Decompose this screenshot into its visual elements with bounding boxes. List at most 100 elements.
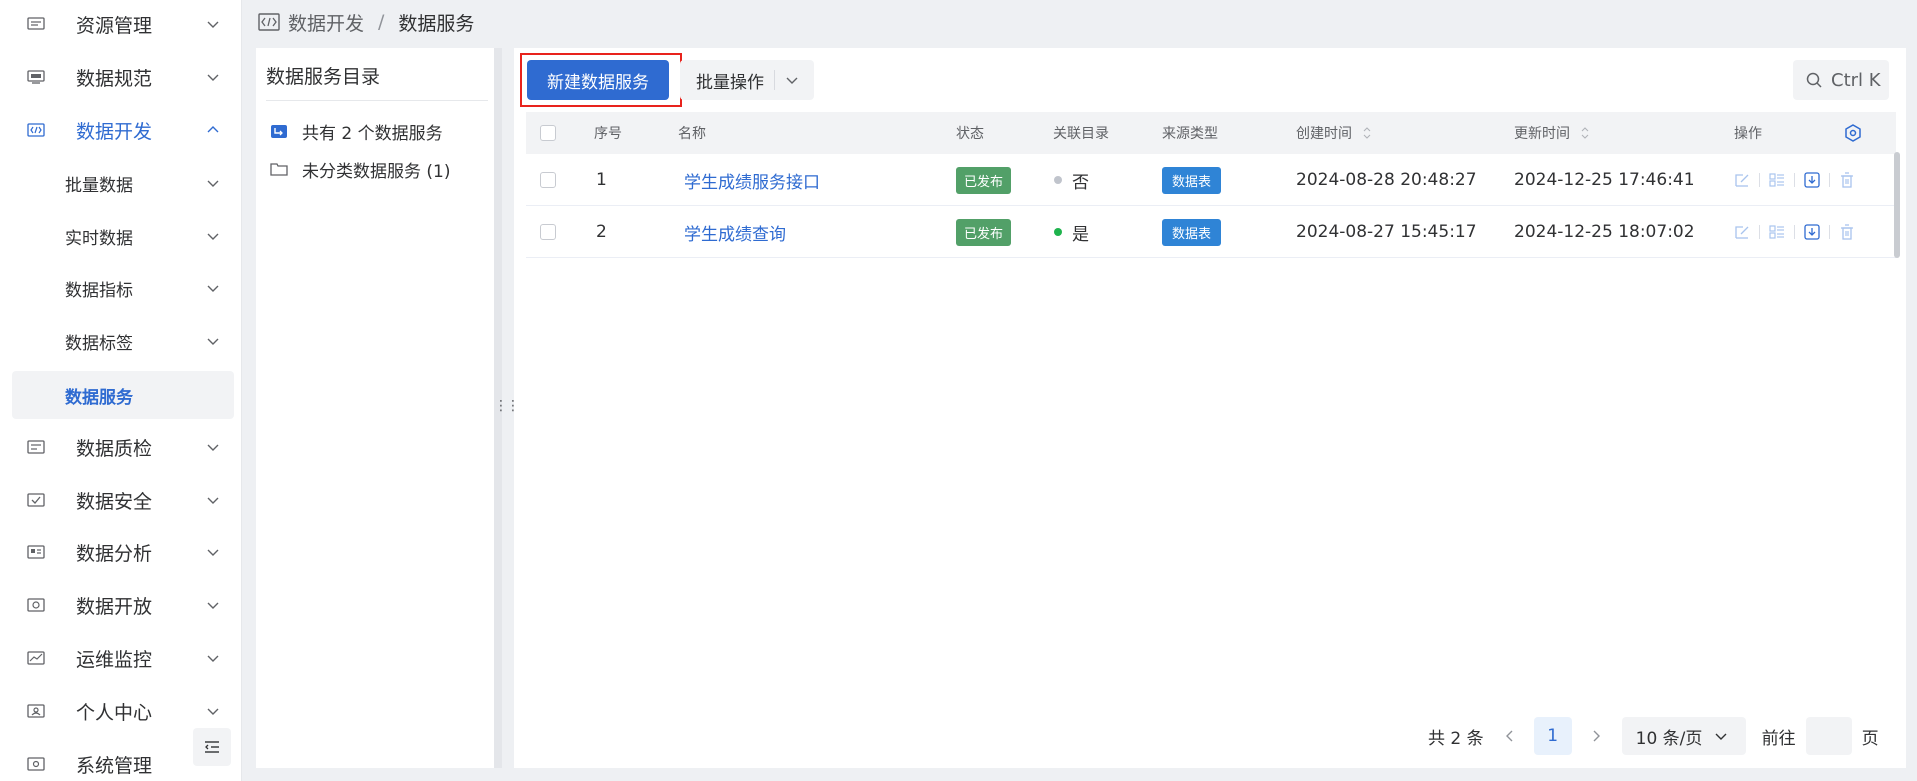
chevron-down-icon	[207, 338, 219, 345]
submenu-item-label: 实时数据	[65, 228, 133, 249]
divider	[1829, 173, 1830, 187]
collapse-sidebar-button[interactable]	[193, 728, 231, 766]
divider	[1829, 225, 1830, 239]
new-data-service-button[interactable]: 新建数据服务	[527, 60, 669, 100]
chevron-down-icon	[207, 285, 219, 292]
divider	[266, 100, 488, 101]
sidebar-item-label: 数据规范	[76, 67, 153, 90]
breadcrumb-current: 数据服务	[398, 12, 475, 35]
delete-icon[interactable]	[1839, 172, 1855, 188]
next-page-button[interactable]	[1584, 724, 1608, 748]
source-type-badge: 数据表	[1162, 166, 1222, 194]
row-checkbox[interactable]	[540, 224, 556, 240]
breadcrumb-separator: /	[378, 11, 385, 33]
folder-icon	[270, 163, 288, 176]
edit-icon[interactable]	[1734, 224, 1750, 240]
batch-operation-dropdown[interactable]: 批量操作	[680, 60, 814, 100]
header-updated-sortable[interactable]: 更新时间	[1514, 112, 1590, 154]
edit-icon[interactable]	[1734, 172, 1750, 188]
select-all-checkbox[interactable]	[540, 125, 556, 141]
divider	[1759, 173, 1760, 187]
breadcrumb-parent[interactable]: 数据开发	[288, 9, 364, 36]
cell-updated: 2024-12-25 18:07:02	[1514, 222, 1695, 242]
submenu-item-label: 批量数据	[65, 175, 133, 196]
sidebar-item-label: 数据安全	[76, 490, 153, 513]
sidebar-item-label: 数据开发	[76, 120, 153, 143]
sidebar-item-label: 系统管理	[76, 754, 153, 777]
sidebar: 资源管理 数据规范 数据开发 批量数据 实时数据 数据指标 数据标签 数据服务	[0, 0, 242, 781]
resource-icon	[26, 16, 46, 32]
submenu-item-label: 数据指标	[65, 280, 133, 301]
tree-node-label: 共有 2 个数据服务	[302, 123, 443, 144]
search-icon	[1806, 72, 1822, 88]
chevron-down-icon	[207, 74, 219, 81]
submenu-item-service[interactable]: 数据服务	[12, 371, 234, 419]
cell-linked: 否	[1072, 172, 1089, 193]
service-name-link[interactable]: 学生成绩查询	[684, 220, 786, 245]
tree-node-uncategorized[interactable]: 未分类数据服务 (1)	[270, 156, 450, 182]
sidebar-item-label: 数据分析	[76, 542, 153, 565]
header-ops: 操作	[1734, 126, 1762, 142]
header-index: 序号	[594, 126, 622, 142]
column-settings-button[interactable]	[1844, 112, 1862, 154]
chevron-down-icon	[207, 655, 219, 662]
detail-icon[interactable]	[1769, 172, 1785, 188]
delete-icon[interactable]	[1839, 224, 1855, 240]
sidebar-item-analysis[interactable]: 数据分析	[12, 528, 234, 576]
sidebar-item-monitor[interactable]: 运维监控	[12, 634, 234, 682]
monitor-icon	[26, 650, 46, 666]
submenu-item-tags[interactable]: 数据标签	[12, 317, 234, 365]
table-row: 1 学生成绩服务接口 已发布 否 数据表 2024-08-28 20:48:27…	[526, 154, 1896, 206]
page-number-button[interactable]: 1	[1533, 717, 1572, 755]
drag-handle-icon[interactable]: ⋮⋮	[494, 398, 520, 414]
detail-icon[interactable]	[1769, 224, 1785, 240]
quality-icon	[26, 439, 46, 455]
chevron-down-icon	[207, 497, 219, 504]
submenu-item-metrics[interactable]: 数据指标	[12, 264, 234, 312]
chevron-right-icon	[1593, 730, 1600, 742]
user-icon	[26, 703, 46, 719]
status-dot	[1054, 228, 1062, 236]
chevron-down-icon	[207, 233, 219, 240]
service-name-link[interactable]: 学生成绩服务接口	[684, 168, 820, 193]
chevron-down-icon	[207, 708, 219, 715]
tree-node-all[interactable]: 共有 2 个数据服务	[270, 118, 443, 144]
row-checkbox[interactable]	[540, 172, 556, 188]
table-scrollbar[interactable]	[1894, 152, 1900, 258]
sidebar-item-security[interactable]: 数据安全	[12, 476, 234, 524]
cell-linked: 是	[1072, 224, 1089, 245]
header-status: 状态	[956, 126, 984, 142]
search-button[interactable]: Ctrl K	[1793, 60, 1889, 100]
table-row: 2 学生成绩查询 已发布 是 数据表 2024-08-27 15:45:17 2…	[526, 206, 1896, 258]
settings-icon	[1845, 124, 1861, 142]
submenu-item-label: 数据服务	[65, 387, 133, 408]
sidebar-item-label: 个人中心	[76, 701, 153, 724]
download-icon[interactable]	[1804, 172, 1820, 188]
standard-icon	[26, 69, 46, 85]
status-badge: 已发布	[956, 166, 1012, 194]
source-type-badge: 数据表	[1162, 218, 1222, 246]
goto-page-input[interactable]	[1805, 717, 1852, 755]
submenu-item-realtime[interactable]: 实时数据	[12, 212, 234, 260]
status-badge: 已发布	[956, 218, 1012, 246]
sort-icon	[1581, 127, 1589, 139]
sidebar-item-standard[interactable]: 数据规范	[12, 53, 234, 101]
goto-prefix: 前往	[1761, 728, 1796, 749]
submenu-item-label: 数据标签	[65, 333, 133, 354]
header-created-sortable[interactable]: 创建时间	[1296, 112, 1372, 154]
prev-page-button[interactable]	[1498, 724, 1522, 748]
page-size-select[interactable]: 10 条/页	[1621, 717, 1746, 755]
submenu-item-batch[interactable]: 批量数据	[12, 159, 234, 207]
cell-created: 2024-08-27 15:45:17	[1296, 222, 1477, 242]
row-actions	[1734, 154, 1855, 206]
chevron-down-icon	[207, 602, 219, 609]
sidebar-item-label: 资源管理	[76, 14, 153, 37]
chevron-left-icon	[1505, 730, 1513, 742]
chevron-down-icon	[1715, 733, 1727, 740]
sidebar-item-resource[interactable]: 资源管理	[12, 0, 234, 48]
cell-updated: 2024-12-25 17:46:41	[1514, 170, 1695, 190]
download-icon[interactable]	[1804, 224, 1820, 240]
sidebar-item-quality[interactable]: 数据质检	[12, 423, 234, 471]
sidebar-item-open[interactable]: 数据开放	[12, 581, 234, 629]
sidebar-item-development[interactable]: 数据开发	[12, 106, 234, 154]
